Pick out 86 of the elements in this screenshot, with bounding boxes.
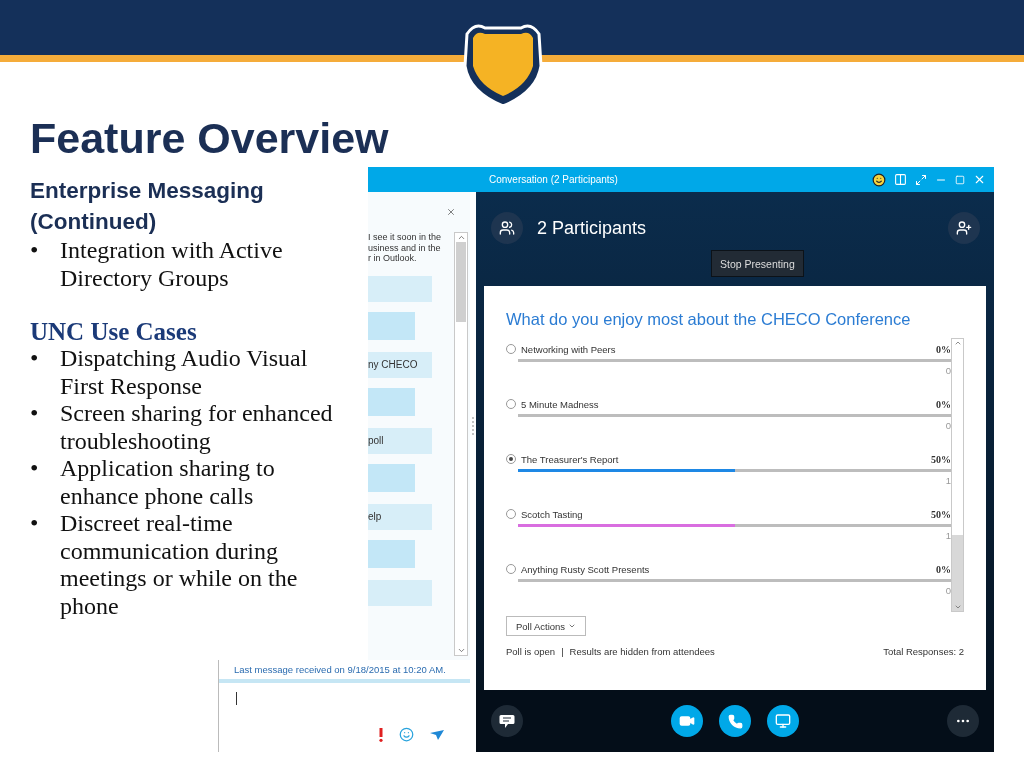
section-heading: UNC Use Cases — [30, 318, 198, 345]
participants-button[interactable] — [491, 212, 523, 244]
poll-status: Poll is open — [506, 646, 556, 657]
option-label: The Treasurer's Report — [521, 453, 620, 465]
poll-visibility: Results are hidden from attendees — [569, 646, 715, 657]
message-bubble: ny CHECO — [368, 351, 432, 378]
option-percent: 0% — [936, 563, 951, 575]
text-cursor — [236, 692, 237, 705]
radio-button[interactable] — [506, 564, 516, 574]
add-person-icon — [956, 220, 972, 236]
option-percent: 50% — [931, 508, 951, 520]
option-count: 1 — [945, 475, 951, 486]
bullet-text: Discreet real-time communication during meetings or while on the phone — [60, 510, 299, 620]
slide-title: Feature Overview — [30, 113, 389, 164]
option-label: Anything Rusty Scott Presents — [521, 563, 651, 575]
poll-question: What do you enjoy most about the CHECO Conference — [506, 310, 912, 329]
scroll-up-icon[interactable] — [953, 339, 962, 347]
add-person-button[interactable] — [948, 212, 980, 244]
radio-button[interactable] — [506, 454, 516, 464]
scroll-up-icon[interactable] — [456, 233, 466, 242]
scrollbar-thumb[interactable] — [456, 242, 466, 322]
option-count: 0 — [945, 420, 951, 431]
message-bubble — [368, 539, 415, 568]
scrollbar[interactable] — [951, 338, 964, 612]
bullet: • — [30, 455, 40, 483]
message-bubble: poll — [368, 427, 432, 454]
call-button[interactable] — [719, 705, 751, 737]
total-responses: Total Responses: 2 — [883, 646, 964, 657]
message-bubble: elp — [368, 503, 432, 530]
option-count: 1 — [945, 530, 951, 541]
bullet-text: Dispatching Audio Visual First Response — [60, 345, 309, 400]
radio-button[interactable] — [506, 344, 516, 354]
full-screen-icon[interactable] — [915, 173, 927, 186]
radio-button[interactable] — [506, 399, 516, 409]
close-icon[interactable] — [446, 207, 456, 217]
bullet-text: Application sharing to enhance phone calls — [60, 455, 276, 510]
last-message-note: Last message received on 9/18/2015 at 10:20 AM. — [233, 663, 447, 675]
section-heading: Enterprise Messaging (Continued) — [30, 177, 265, 236]
smiley-icon[interactable] — [872, 172, 886, 187]
option-percent: 0% — [936, 343, 951, 355]
window-title: Conversation (2 Participants) — [489, 174, 619, 185]
speech-bubble-icon — [499, 713, 515, 729]
bullet: • — [30, 510, 40, 538]
radio-button[interactable] — [506, 509, 516, 519]
bullet-text: Screen sharing for enhanced troubleshooting — [60, 400, 334, 455]
monitor-icon — [775, 713, 791, 729]
bullet: • — [30, 345, 40, 373]
screen-share-button[interactable] — [767, 705, 799, 737]
layout-icon[interactable] — [894, 173, 907, 186]
option-count: 0 — [945, 585, 951, 596]
phone-icon — [727, 713, 743, 729]
bullet: • — [30, 400, 40, 428]
send-icon[interactable] — [430, 729, 444, 740]
video-camera-icon — [679, 713, 695, 729]
people-icon — [499, 220, 515, 236]
scroll-down-icon[interactable] — [953, 603, 962, 611]
message-bubble — [368, 463, 415, 492]
caret-icon — [568, 622, 577, 630]
stop-presenting-button[interactable]: Stop Presenting — [711, 250, 804, 277]
participants-label: 2 Participants — [537, 217, 648, 239]
chat-button[interactable] — [491, 705, 523, 737]
bullet-text: Integration with Active Directory Groups — [60, 237, 284, 292]
message-text: usiness and in the — [368, 242, 442, 253]
message-bubble — [368, 579, 432, 606]
close-icon[interactable] — [973, 173, 986, 186]
importance-icon[interactable] — [379, 727, 383, 742]
more-button[interactable] — [947, 705, 979, 737]
emoji-icon[interactable] — [399, 727, 414, 742]
option-label: Networking with Peers — [521, 343, 617, 355]
option-label: 5 Minute Madness — [521, 398, 600, 410]
poll-actions-button[interactable]: Poll Actions — [506, 616, 587, 636]
message-bubble — [368, 311, 415, 340]
message-bubble — [368, 387, 415, 416]
option-percent: 0% — [936, 398, 951, 410]
video-button[interactable] — [671, 705, 703, 737]
separator: | — [561, 646, 564, 657]
option-percent: 50% — [931, 453, 951, 465]
scrollbar[interactable] — [454, 232, 468, 656]
message-text: I see it soon in the — [368, 232, 443, 243]
option-count: 0 — [945, 365, 951, 376]
bullet: • — [30, 237, 40, 265]
scroll-down-icon[interactable] — [456, 646, 466, 655]
message-text: r in Outlook. — [368, 253, 418, 264]
maximize-icon[interactable] — [955, 174, 965, 185]
option-label: Scotch Tasting — [521, 508, 584, 520]
message-bubble — [368, 275, 432, 302]
